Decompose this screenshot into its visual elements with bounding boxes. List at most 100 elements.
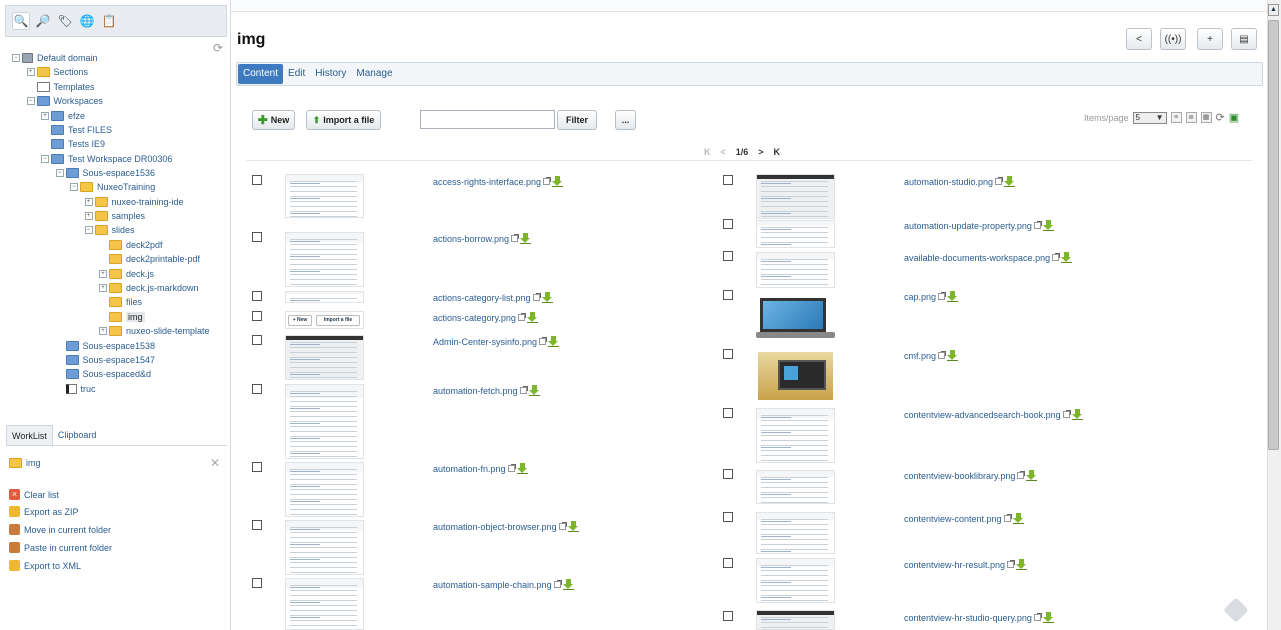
move-action[interactable]: Move in current folder — [9, 524, 111, 535]
tab-history[interactable]: History — [310, 64, 351, 84]
more-button[interactable]: ... — [615, 110, 636, 130]
row-checkbox[interactable] — [252, 232, 262, 242]
row-checkbox[interactable] — [723, 408, 733, 418]
filter-button[interactable]: Filter — [557, 110, 597, 130]
file-link[interactable]: actions-borrow.png — [433, 233, 532, 244]
expand-toggle-icon[interactable]: − — [12, 54, 20, 62]
file-thumbnail[interactable] — [756, 610, 835, 630]
tree-node[interactable]: + deck.js-markdown — [99, 281, 199, 295]
tree-node[interactable]: img — [99, 310, 145, 324]
prev-page-button[interactable]: < — [721, 147, 726, 157]
expand-toggle-icon[interactable]: + — [84, 198, 93, 206]
refresh-icon[interactable]: ⟳ — [1216, 111, 1225, 124]
row-checkbox[interactable] — [252, 335, 262, 345]
file-thumbnail[interactable] — [756, 220, 835, 248]
file-link[interactable]: automation-fetch.png — [433, 385, 540, 396]
file-link[interactable]: contentview-hr-studio-query.png — [904, 612, 1054, 623]
file-thumbnail[interactable] — [285, 291, 364, 303]
expand-toggle-icon[interactable]: + — [41, 112, 49, 120]
tree-node[interactable]: − Default domain — [12, 51, 98, 65]
add-worklist-button[interactable]: + — [1197, 28, 1223, 50]
expand-toggle-icon[interactable]: − — [70, 183, 78, 191]
tree-node[interactable]: − slides — [84, 223, 135, 237]
file-link[interactable]: automation-fn.png — [433, 463, 528, 474]
tree-node[interactable]: + Sections — [26, 65, 88, 79]
external-link-icon[interactable] — [1062, 410, 1071, 418]
file-link[interactable]: automation-update-property.png — [904, 220, 1054, 231]
file-link[interactable]: contentview-advancedsearch-book.png — [904, 409, 1083, 420]
zoom-icon[interactable]: 🔎 — [34, 12, 52, 30]
scrollbar-thumb[interactable] — [1268, 20, 1279, 450]
row-checkbox[interactable] — [723, 611, 733, 621]
external-link-icon[interactable] — [532, 293, 541, 301]
globe-icon[interactable]: 🌐 — [78, 12, 96, 30]
row-checkbox[interactable] — [252, 462, 262, 472]
tree-node[interactable]: truc — [56, 382, 96, 396]
filter-input[interactable] — [420, 110, 555, 129]
external-link-icon[interactable] — [507, 464, 516, 472]
file-thumbnail[interactable] — [756, 174, 835, 219]
tree-node[interactable]: − Workspaces — [26, 94, 103, 108]
tree-node[interactable]: Sous-espace1538 — [56, 339, 155, 353]
refresh-icon[interactable]: ⟳ — [213, 41, 223, 55]
external-link-icon[interactable] — [1007, 560, 1016, 568]
expand-toggle-icon[interactable]: − — [26, 97, 35, 105]
tree-node[interactable]: − Test Workspace DR00306 — [41, 152, 172, 166]
tree-node[interactable]: + nuxeo-training-ide — [84, 195, 184, 209]
tab-clipboard[interactable]: Clipboard — [53, 425, 102, 445]
download-icon[interactable] — [548, 336, 560, 347]
tree-node[interactable]: + deck.js — [99, 267, 154, 281]
subscribe-button[interactable]: ((•)) — [1160, 28, 1186, 50]
file-thumbnail[interactable] — [285, 578, 364, 630]
share-button[interactable]: < — [1126, 28, 1152, 50]
tree-node[interactable]: Templates — [27, 80, 95, 94]
items-per-page-select[interactable]: 5 ▼ — [1132, 111, 1167, 124]
download-icon[interactable] — [1012, 513, 1024, 524]
tab-content[interactable]: Content — [238, 64, 284, 84]
file-thumbnail[interactable] — [285, 462, 364, 517]
download-icon[interactable] — [947, 291, 959, 302]
download-icon[interactable] — [1026, 470, 1038, 481]
next-page-button[interactable]: > — [758, 147, 763, 157]
search-icon[interactable]: 🔍 — [12, 12, 30, 30]
external-link-icon[interactable] — [1033, 221, 1042, 229]
file-link[interactable]: contentview-booklibrary.png — [904, 470, 1038, 481]
row-checkbox[interactable] — [723, 219, 733, 229]
file-link[interactable]: actions-category-list.png — [433, 292, 553, 303]
tree-node[interactable]: + nuxeo-slide-template — [99, 324, 210, 338]
file-thumbnail[interactable] — [756, 470, 835, 504]
import-file-button[interactable]: ⬆ Import a file — [306, 110, 381, 130]
tree-node[interactable]: − Sous-espace1536 — [55, 166, 155, 180]
file-thumbnail[interactable] — [756, 350, 835, 402]
row-checkbox[interactable] — [252, 520, 262, 530]
external-link-icon[interactable] — [511, 234, 520, 242]
first-page-button[interactable]: K — [704, 147, 711, 157]
tree-node[interactable]: deck2printable-pdf — [99, 252, 200, 266]
close-icon[interactable]: ✕ — [210, 456, 220, 470]
file-thumbnail[interactable] — [285, 520, 364, 575]
paste-action[interactable]: Paste in current folder — [9, 542, 112, 553]
download-icon[interactable] — [526, 312, 538, 323]
file-link[interactable]: access-rights-interface.png — [433, 176, 564, 187]
tag-icon[interactable]: 🏷 — [56, 12, 74, 30]
download-icon[interactable] — [1061, 252, 1073, 263]
row-checkbox[interactable] — [723, 558, 733, 568]
row-checkbox[interactable] — [252, 291, 262, 301]
expand-toggle-icon[interactable]: − — [55, 169, 64, 177]
export-xml-action[interactable]: Export to XML — [9, 560, 81, 571]
file-link[interactable]: contentview-content.png — [904, 513, 1024, 524]
external-link-icon[interactable] — [1017, 471, 1026, 479]
detail-view-icon[interactable]: ≣ — [1185, 112, 1197, 123]
download-icon[interactable] — [1071, 409, 1083, 420]
download-icon[interactable] — [567, 521, 579, 532]
download-icon[interactable] — [541, 292, 553, 303]
tree-node[interactable]: deck2pdf — [99, 238, 163, 252]
tree-node[interactable]: − NuxeoTraining — [70, 180, 155, 194]
expand-toggle-icon[interactable]: + — [99, 327, 107, 335]
download-icon[interactable] — [1042, 220, 1054, 231]
spreadsheet-icon[interactable]: ▣ — [1229, 111, 1239, 124]
file-link[interactable]: automation-studio.png — [904, 176, 1016, 187]
download-icon[interactable] — [528, 385, 540, 396]
row-checkbox[interactable] — [723, 290, 733, 300]
tab-edit[interactable]: Edit — [283, 64, 310, 84]
